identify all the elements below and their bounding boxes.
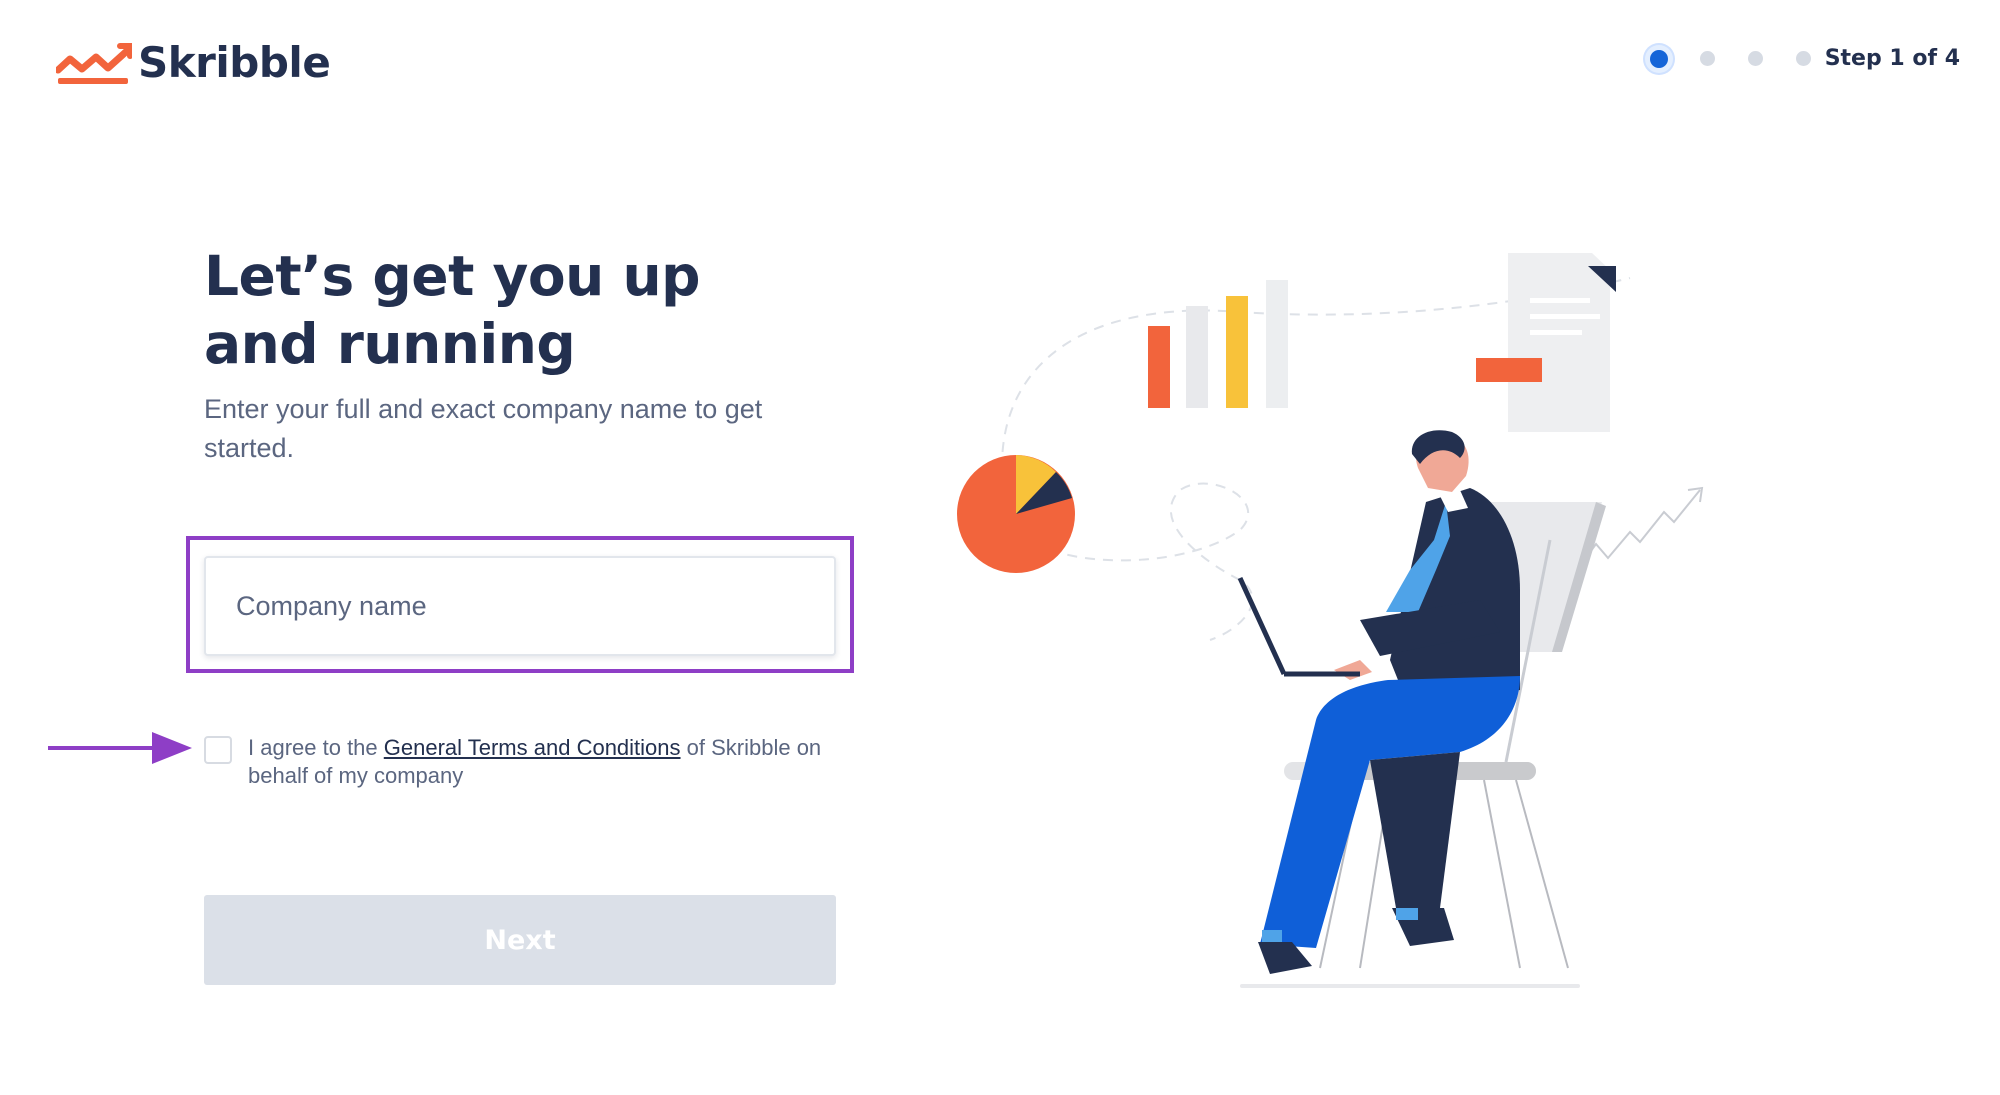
step-label: Step 1 of 4 — [1824, 46, 1960, 71]
step-indicator: Step 1 of 4 — [1649, 46, 1960, 71]
skribble-logo-icon — [56, 42, 132, 84]
arrow-right-icon — [48, 732, 192, 764]
terms-text-before: I agree to the — [248, 735, 384, 760]
terms-agreement: I agree to the General Terms and Conditi… — [204, 734, 868, 790]
terms-text: I agree to the General Terms and Conditi… — [248, 734, 868, 790]
step-dot-2 — [1699, 51, 1715, 66]
terms-checkbox[interactable] — [204, 736, 232, 764]
skribble-logo[interactable]: Skribble — [56, 38, 331, 87]
company-name-input[interactable] — [204, 556, 836, 656]
terms-link[interactable]: General Terms and Conditions — [384, 735, 681, 760]
brand-name: Skribble — [138, 38, 331, 87]
page-subtitle: Enter your full and exact company name t… — [204, 394, 763, 463]
next-button[interactable]: Next — [204, 895, 836, 985]
business-illustration — [957, 253, 1704, 988]
step-dot-1-active — [1649, 49, 1668, 68]
step-dot-3 — [1747, 51, 1763, 66]
step-dot-4 — [1795, 51, 1811, 66]
page-title: Let’s get you up and running — [204, 244, 701, 376]
